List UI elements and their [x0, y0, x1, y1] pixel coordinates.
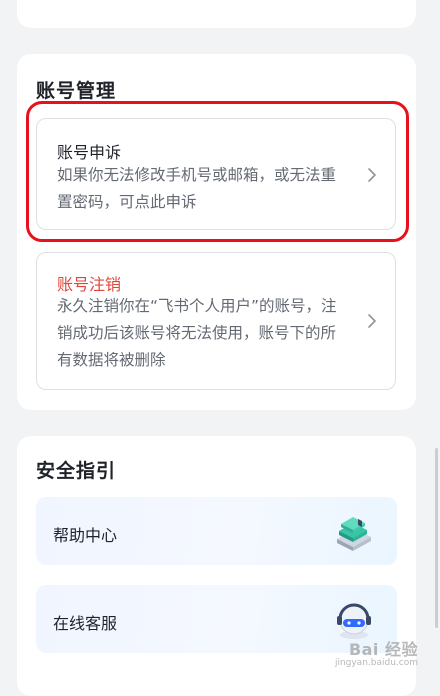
- chevron-right-icon: [368, 314, 376, 328]
- safety-guide-title: 安全指引: [36, 460, 117, 482]
- watermark-main-text: Bai 经验: [348, 640, 418, 659]
- watermark: Bai 经验 jingyan.baidu.com: [318, 636, 418, 668]
- account-appeal-title: 账号申诉: [57, 143, 122, 162]
- account-appeal-option[interactable]: 账号申诉 如果你无法修改手机号或邮箱，或无法重置密码，可点此申诉: [36, 118, 396, 230]
- help-center-label: 帮助中心: [53, 526, 118, 545]
- online-service-label: 在线客服: [53, 614, 118, 633]
- previous-section-card: [17, 0, 416, 28]
- book-stack-icon: [337, 517, 371, 551]
- account-management-card: 账号管理 账号申诉 如果你无法修改手机号或邮箱，或无法重置密码，可点此申诉 账号…: [17, 54, 416, 410]
- account-appeal-description: 如果你无法修改手机号或邮箱，或无法重置密码，可点此申诉: [57, 166, 337, 211]
- chevron-right-icon: [368, 168, 376, 182]
- account-cancel-option[interactable]: 账号注销 永久注销你在“飞书个人用户”的账号，注销成功后该账号将无法使用，账号下…: [36, 252, 396, 390]
- account-cancel-description: 永久注销你在“飞书个人用户”的账号，注销成功后该账号将无法使用，账号下的所有数据…: [57, 297, 337, 369]
- help-center-item[interactable]: 帮助中心: [36, 497, 397, 565]
- account-management-title: 账号管理: [36, 80, 117, 102]
- scrollbar[interactable]: [435, 448, 438, 628]
- watermark-sub-text: jingyan.baidu.com: [334, 658, 418, 668]
- account-cancel-title: 账号注销: [57, 275, 122, 294]
